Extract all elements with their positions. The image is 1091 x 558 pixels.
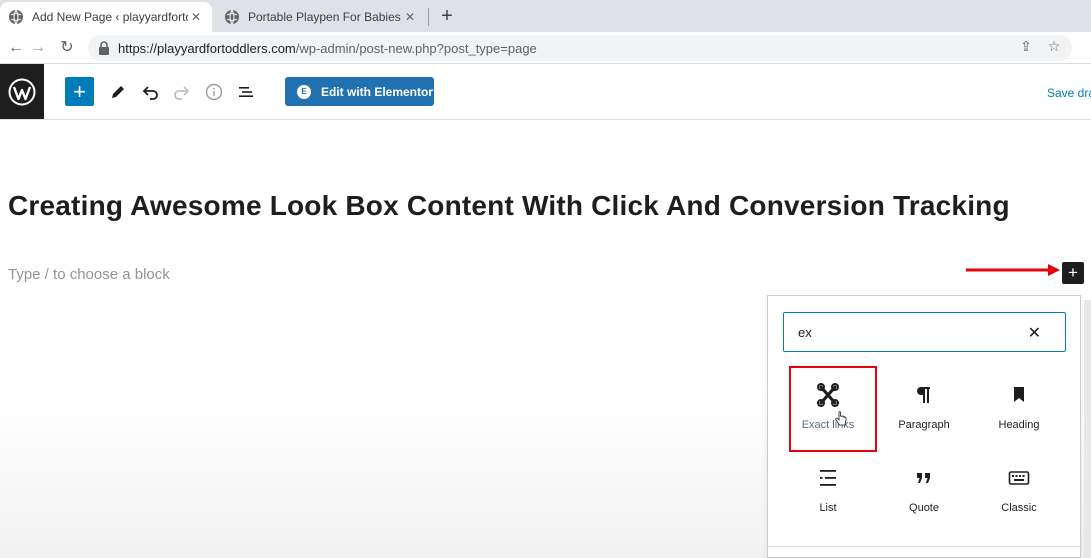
forward-icon[interactable]: → (26, 36, 50, 60)
block-label: Paragraph (898, 419, 950, 431)
url-path: /wp-admin/post-new.php?post_type=page (295, 40, 537, 56)
block-label: List (819, 502, 837, 514)
post-title[interactable]: Creating Awesome Look Box Content With C… (8, 190, 1068, 222)
search-value: ex (798, 325, 812, 340)
editor-toolbar: + E Edit with Elementor Save dra (0, 64, 1091, 120)
close-icon[interactable]: ✕ (188, 10, 204, 24)
block-item-heading[interactable]: Heading (973, 375, 1065, 451)
block-item-paragraph[interactable]: Paragraph (878, 375, 970, 451)
popover-divider (767, 546, 1081, 547)
tab-portable-playpen[interactable]: Portable Playpen For Babies [ Pla ✕ (216, 2, 426, 32)
elementor-button-label: Edit with Elementor (321, 84, 434, 99)
editor-scrollbar[interactable] (1084, 300, 1091, 558)
hand-cursor-icon (835, 411, 847, 426)
block-item-classic[interactable]: Classic (973, 458, 1065, 534)
block-item-quote[interactable]: Quote (878, 458, 970, 534)
back-icon[interactable]: ← (4, 36, 28, 60)
tab-add-new-page[interactable]: Add New Page ‹ playyardfortodd ✕ (0, 2, 212, 32)
address-bar: ← → ↻ https://playyardfortoddlers.com/wp… (0, 32, 1091, 64)
quote-icon (917, 473, 930, 483)
undo-icon[interactable] (138, 80, 162, 104)
lock-icon (99, 41, 109, 55)
block-item-list[interactable]: List (782, 458, 874, 534)
block-inserter-toggle-button[interactable]: + (65, 77, 94, 106)
annotation-highlight-box (789, 366, 877, 452)
star-icon[interactable]: ☆ (1044, 36, 1064, 56)
new-tab-button[interactable]: + (436, 4, 458, 28)
reload-icon[interactable]: ↻ (55, 36, 79, 60)
paragraph-icon (917, 387, 930, 403)
block-label: Quote (909, 502, 939, 514)
inline-block-inserter-button[interactable]: + (1062, 262, 1084, 284)
globe-icon (225, 9, 239, 25)
block-appender-placeholder[interactable]: Type / to choose a block (8, 266, 170, 283)
block-label: Classic (1001, 502, 1037, 514)
share-icon[interactable]: ⇪ (1016, 36, 1036, 56)
info-icon[interactable] (202, 80, 226, 104)
close-icon[interactable]: ✕ (1028, 323, 1041, 343)
list-icon (820, 470, 836, 486)
wordpress-logo-icon[interactable] (0, 64, 44, 119)
tab-title: Add New Page ‹ playyardfortodd (32, 10, 188, 24)
keyboard-icon (1008, 471, 1030, 485)
browser-tab-strip: Add New Page ‹ playyardfortodd ✕ Portabl… (0, 0, 1091, 32)
url-field[interactable]: https://playyardfortoddlers.com/wp-admin… (88, 35, 1072, 61)
list-view-icon[interactable] (234, 80, 258, 104)
close-icon[interactable]: ✕ (402, 10, 418, 24)
heading-icon (1014, 387, 1024, 402)
elementor-icon: E (297, 84, 311, 99)
block-search-input[interactable]: ex ✕ (783, 312, 1066, 352)
block-label: Heading (998, 419, 1040, 431)
wordpress-w-icon (8, 78, 36, 105)
edit-pencil-icon[interactable] (106, 80, 130, 104)
url-host: https://playyardfortoddlers.com (118, 40, 296, 56)
globe-icon (9, 9, 23, 25)
tab-title: Portable Playpen For Babies [ Pla (248, 10, 402, 24)
annotation-arrow-icon (966, 264, 1060, 276)
save-draft-button[interactable]: Save dra (1047, 86, 1091, 100)
redo-icon[interactable] (170, 80, 194, 104)
edit-with-elementor-button[interactable]: E Edit with Elementor (285, 77, 434, 106)
tab-separator (428, 8, 429, 26)
